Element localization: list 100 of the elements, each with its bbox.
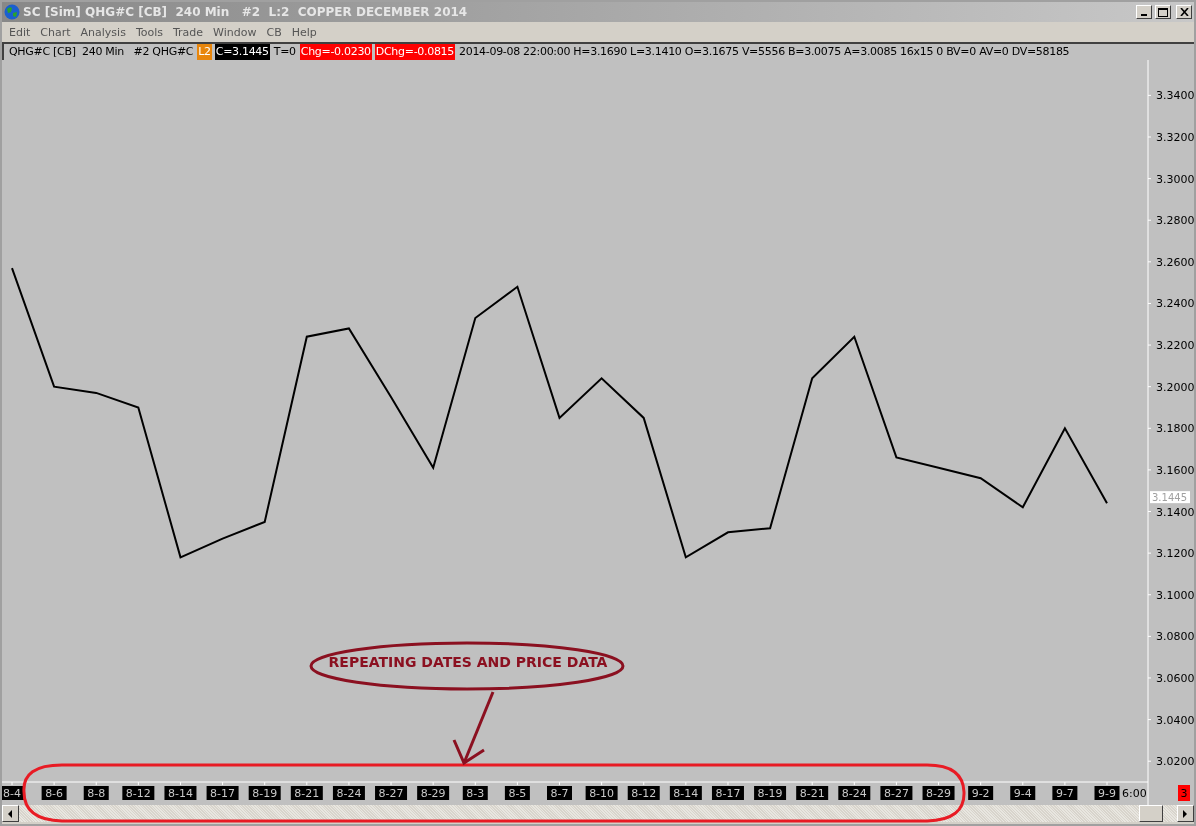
date-label: 8-27 [375, 786, 408, 800]
price-tick-label: 3.3400 [1156, 89, 1194, 103]
close-button[interactable] [1176, 5, 1192, 19]
price-tick-label: 3.2400 [1156, 297, 1194, 311]
date-label: 8-24 [838, 786, 871, 800]
date-label: 8-21 [290, 786, 323, 800]
scrollbar-thumb[interactable] [1139, 805, 1163, 822]
x-tick-label: 8-21 [294, 787, 320, 800]
x-tick-label: 8-19 [757, 787, 783, 800]
price-tick-label: 3.0800 [1156, 630, 1194, 644]
price-tick-label: 3.1800 [1156, 422, 1194, 436]
date-label: 8-29 [922, 786, 955, 800]
menu-item[interactable]: Trade [168, 25, 209, 39]
date-label: 8-6 [41, 786, 67, 800]
scroll-right-button[interactable] [1177, 805, 1194, 822]
date-label: 8-17 [711, 786, 744, 800]
price-tick-label: 3.3200 [1156, 131, 1194, 144]
x-tick-label: 9-9 [1098, 787, 1116, 800]
date-label: 8-14 [164, 786, 197, 800]
x-tick-label: 8-27 [883, 787, 909, 800]
x-tick-label: 8-29 [926, 787, 952, 800]
date-label: 8-10 [585, 786, 618, 800]
date-label: 8-12 [627, 786, 660, 800]
minimize-button[interactable] [1136, 5, 1152, 19]
price-tick-label: 3.3000 [1156, 172, 1194, 186]
x-tick-label: 8-24 [841, 787, 867, 800]
close-icon [1179, 8, 1189, 16]
price-tick-label: 3.0600 [1156, 671, 1194, 685]
counter-badge: 3 [1178, 785, 1190, 801]
price-tick-label: 3.1200 [1156, 547, 1194, 561]
scroll-left-button[interactable] [2, 805, 19, 822]
caret-right-icon [1183, 809, 1188, 818]
date-label: 8-19 [754, 786, 787, 800]
date-label: 8-14 [669, 786, 702, 800]
x-tick-label: 8-14 [167, 787, 193, 800]
menu-item[interactable]: Edit [4, 25, 36, 39]
info-text: T=0 [272, 44, 297, 60]
last-price-label: 3.1445 [1150, 491, 1190, 504]
date-label: 8-8 [83, 786, 109, 800]
x-tick-label: 8-29 [420, 787, 446, 800]
date-label: 9-2 [968, 786, 994, 800]
menu-item[interactable]: Help [286, 25, 322, 39]
x-tick-label: 8-17 [715, 787, 741, 800]
info-badge: Chg=-0.0230 [299, 44, 372, 60]
date-label: 8-12 [122, 786, 155, 800]
price-tick-label: 3.2000 [1156, 380, 1194, 394]
x-tick-label: 8-12 [631, 787, 657, 800]
x-tick-label: 8-24 [336, 787, 362, 800]
date-label: 8-24 [332, 786, 365, 800]
date-label: 9-7 [1052, 786, 1078, 800]
price-tick-label: 3.1600 [1156, 463, 1194, 477]
date-label: 8-19 [248, 786, 281, 800]
caret-left-icon [8, 809, 13, 818]
menu-item[interactable]: Window [208, 25, 262, 39]
x-tick-label: 8-19 [252, 787, 278, 800]
x-tick-label: 8-17 [210, 787, 236, 800]
price-tick-label: 3.1400 [1156, 505, 1194, 519]
info-badge: DChg=-0.0815 [374, 44, 455, 60]
x-tick-label: 8-21 [799, 787, 825, 800]
date-label: 8-29 [417, 786, 450, 800]
x-tick-label: 8-27 [378, 787, 404, 800]
x-tick-label: 8-14 [673, 787, 699, 800]
menu-item[interactable]: Chart [35, 25, 76, 39]
date-label: 9-4 [1010, 786, 1036, 800]
info-text: QHG#C [CB] 240 Min #2 QHG#C [8, 44, 195, 60]
x-tick-label: 8-8 [87, 787, 106, 800]
date-label: 8-5 [504, 786, 530, 800]
date-label: 8-21 [796, 786, 829, 800]
price-tick-label: 3.2800 [1156, 214, 1194, 228]
date-label: 8-7 [547, 786, 572, 800]
date-label: 8-27 [880, 786, 913, 800]
maximize-icon [1158, 7, 1168, 17]
price-tick-label: 3.2200 [1156, 339, 1194, 353]
x-tick-label: 8-4 [3, 787, 21, 800]
x-tick-label: 9-2 [971, 787, 990, 800]
x-tick-label: 9-4 [1013, 787, 1032, 800]
callout-text: REPEATING DATES AND PRICE DATA [327, 654, 609, 670]
menu-item[interactable]: CB [261, 25, 287, 39]
date-label: 8-3 [462, 786, 488, 800]
price-tick-label: 3.2600 [1156, 255, 1194, 269]
info-badge: L2 [197, 44, 212, 60]
info-text: 2014-09-08 22:00:00 H=3.1690 L=3.1410 O=3.1675 V=5556 B=3.0075 A=3.0085 16x15 0 BV=0 AV=0 DV=58185 [458, 44, 1071, 60]
price-tick-label: 3.1000 [1156, 588, 1194, 602]
globe-icon [4, 4, 20, 20]
x-tick-label: 9-7 [1055, 787, 1074, 800]
x-tick-label: 8-6 [45, 787, 64, 800]
x-tick-label: 8-12 [125, 787, 151, 800]
time-label: 6:00 [1122, 787, 1147, 800]
date-label: 8-4 [2, 786, 25, 800]
x-tick-label: 8-10 [589, 787, 615, 800]
info-badge: C=3.1445 [214, 44, 270, 60]
menu-item[interactable]: Analysis [75, 25, 131, 39]
window-title: SC [Sim] QHG#C [CB] 240 Min #2 L:2 COPPER DECEMBER 2014 [23, 5, 469, 19]
maximize-button[interactable] [1155, 5, 1171, 19]
x-tick-label: 8-3 [466, 787, 485, 800]
menu-item[interactable]: Tools [130, 25, 168, 39]
price-tick-label: 3.0200 [1156, 755, 1194, 769]
price-tick-label: 3.0400 [1156, 713, 1194, 727]
x-tick-label: 8-5 [508, 787, 527, 800]
date-label: 9-9 [1094, 786, 1120, 800]
